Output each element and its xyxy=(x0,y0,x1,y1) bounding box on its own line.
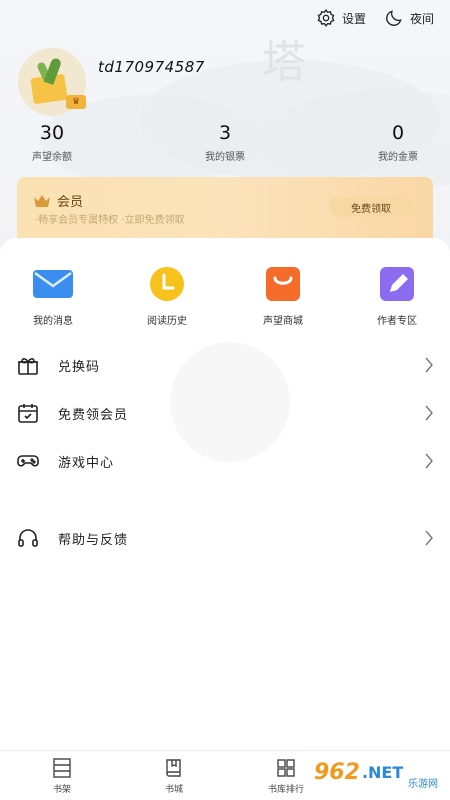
top-actions: 设置 夜间 xyxy=(316,8,434,28)
mail-icon xyxy=(33,270,73,298)
menu-item-label: 帮助与反馈 xyxy=(58,532,129,548)
stat-label: 声望余额 xyxy=(32,152,72,163)
gift-icon xyxy=(18,358,38,375)
vip-subtitle: ·畅享会员专属特权 ·立即免费领取 xyxy=(35,215,185,226)
menu-item-label: 游戏中心 xyxy=(58,455,115,471)
stat-value: 0 xyxy=(391,122,405,144)
vip-title-label: 会员 xyxy=(57,195,84,210)
night-mode-button[interactable]: 夜间 xyxy=(384,8,434,28)
tab-label: 书城 xyxy=(164,785,183,795)
watermark-domain: .NET xyxy=(361,762,404,782)
grid-icon xyxy=(277,759,295,777)
gear-icon xyxy=(317,8,335,27)
quick-action-author[interactable]: 作者专区 xyxy=(352,266,442,327)
watermark-number: 962 xyxy=(314,759,360,785)
settings-button[interactable]: 设置 xyxy=(316,8,366,28)
quick-action-label: 声望商城 xyxy=(263,316,303,327)
stat-gold-tickets[interactable]: 0 我的金票 xyxy=(366,122,430,163)
vip-title: 会员 xyxy=(33,191,83,210)
menu-item-label: 兑换码 xyxy=(58,359,101,375)
author-edit-icon xyxy=(380,267,414,301)
chevron-right-icon xyxy=(425,530,433,546)
tab-bookshelf[interactable]: 书架 xyxy=(30,757,94,795)
stat-value: 3 xyxy=(218,122,232,144)
quick-action-label: 作者专区 xyxy=(377,316,417,327)
stat-value: 30 xyxy=(39,122,65,144)
moon-icon xyxy=(386,10,402,26)
stat-silver-tickets[interactable]: 3 我的银票 xyxy=(193,122,257,163)
quick-action-label: 阅读历史 xyxy=(147,316,187,327)
night-mode-label: 夜间 xyxy=(409,11,434,26)
tab-bookstore[interactable]: 书城 xyxy=(142,757,206,795)
username: td170974587 xyxy=(98,58,205,76)
tab-label: 书库排行 xyxy=(267,785,304,795)
vip-claim-button[interactable]: 免费领取 xyxy=(329,197,413,217)
menu-item-redeem-code[interactable]: 兑换码 xyxy=(0,345,450,385)
quick-action-label: 我的消息 xyxy=(33,316,73,327)
background-pagoda-decoration: 塔 xyxy=(262,37,306,88)
shop-bag-icon xyxy=(266,267,300,301)
gamepad-icon xyxy=(17,455,39,467)
quick-action-shop[interactable]: 声望商城 xyxy=(238,266,328,327)
tab-label: 书架 xyxy=(52,785,71,795)
history-icon xyxy=(150,267,184,301)
bookshelf-icon xyxy=(53,758,71,778)
site-watermark-logo: 962 .NET 乐游网 xyxy=(314,752,444,792)
main-panel: 我的消息 阅读历史 声望商城 作者专区 兑换码 免费领会员 游戏中心 帮助与反馈 xyxy=(0,238,450,750)
tab-library-ranking[interactable]: 书库排行 xyxy=(254,757,318,795)
crown-icon xyxy=(34,194,50,207)
stat-prestige-balance[interactable]: 30 声望余额 xyxy=(20,122,84,163)
menu-item-free-vip[interactable]: 免费领会员 xyxy=(0,393,450,433)
stat-label: 我的银票 xyxy=(205,152,245,163)
menu-item-label: 免费领会员 xyxy=(58,407,129,423)
chevron-right-icon xyxy=(425,357,433,373)
menu-item-game-center[interactable]: 游戏中心 xyxy=(0,441,450,481)
vip-crown-badge-icon: ♛ xyxy=(66,95,86,109)
settings-label: 设置 xyxy=(341,11,366,26)
stat-label: 我的金票 xyxy=(378,152,418,163)
quick-action-messages[interactable]: 我的消息 xyxy=(8,266,98,327)
menu-item-help-feedback[interactable]: 帮助与反馈 xyxy=(0,518,450,558)
chevron-right-icon xyxy=(425,405,433,421)
headphones-icon xyxy=(18,529,38,547)
watermark-site-name: 乐游网 xyxy=(408,779,438,790)
calendar-check-icon xyxy=(18,404,38,423)
chevron-right-icon xyxy=(425,453,433,469)
quick-action-history[interactable]: 阅读历史 xyxy=(122,266,212,327)
book-icon xyxy=(166,759,181,777)
